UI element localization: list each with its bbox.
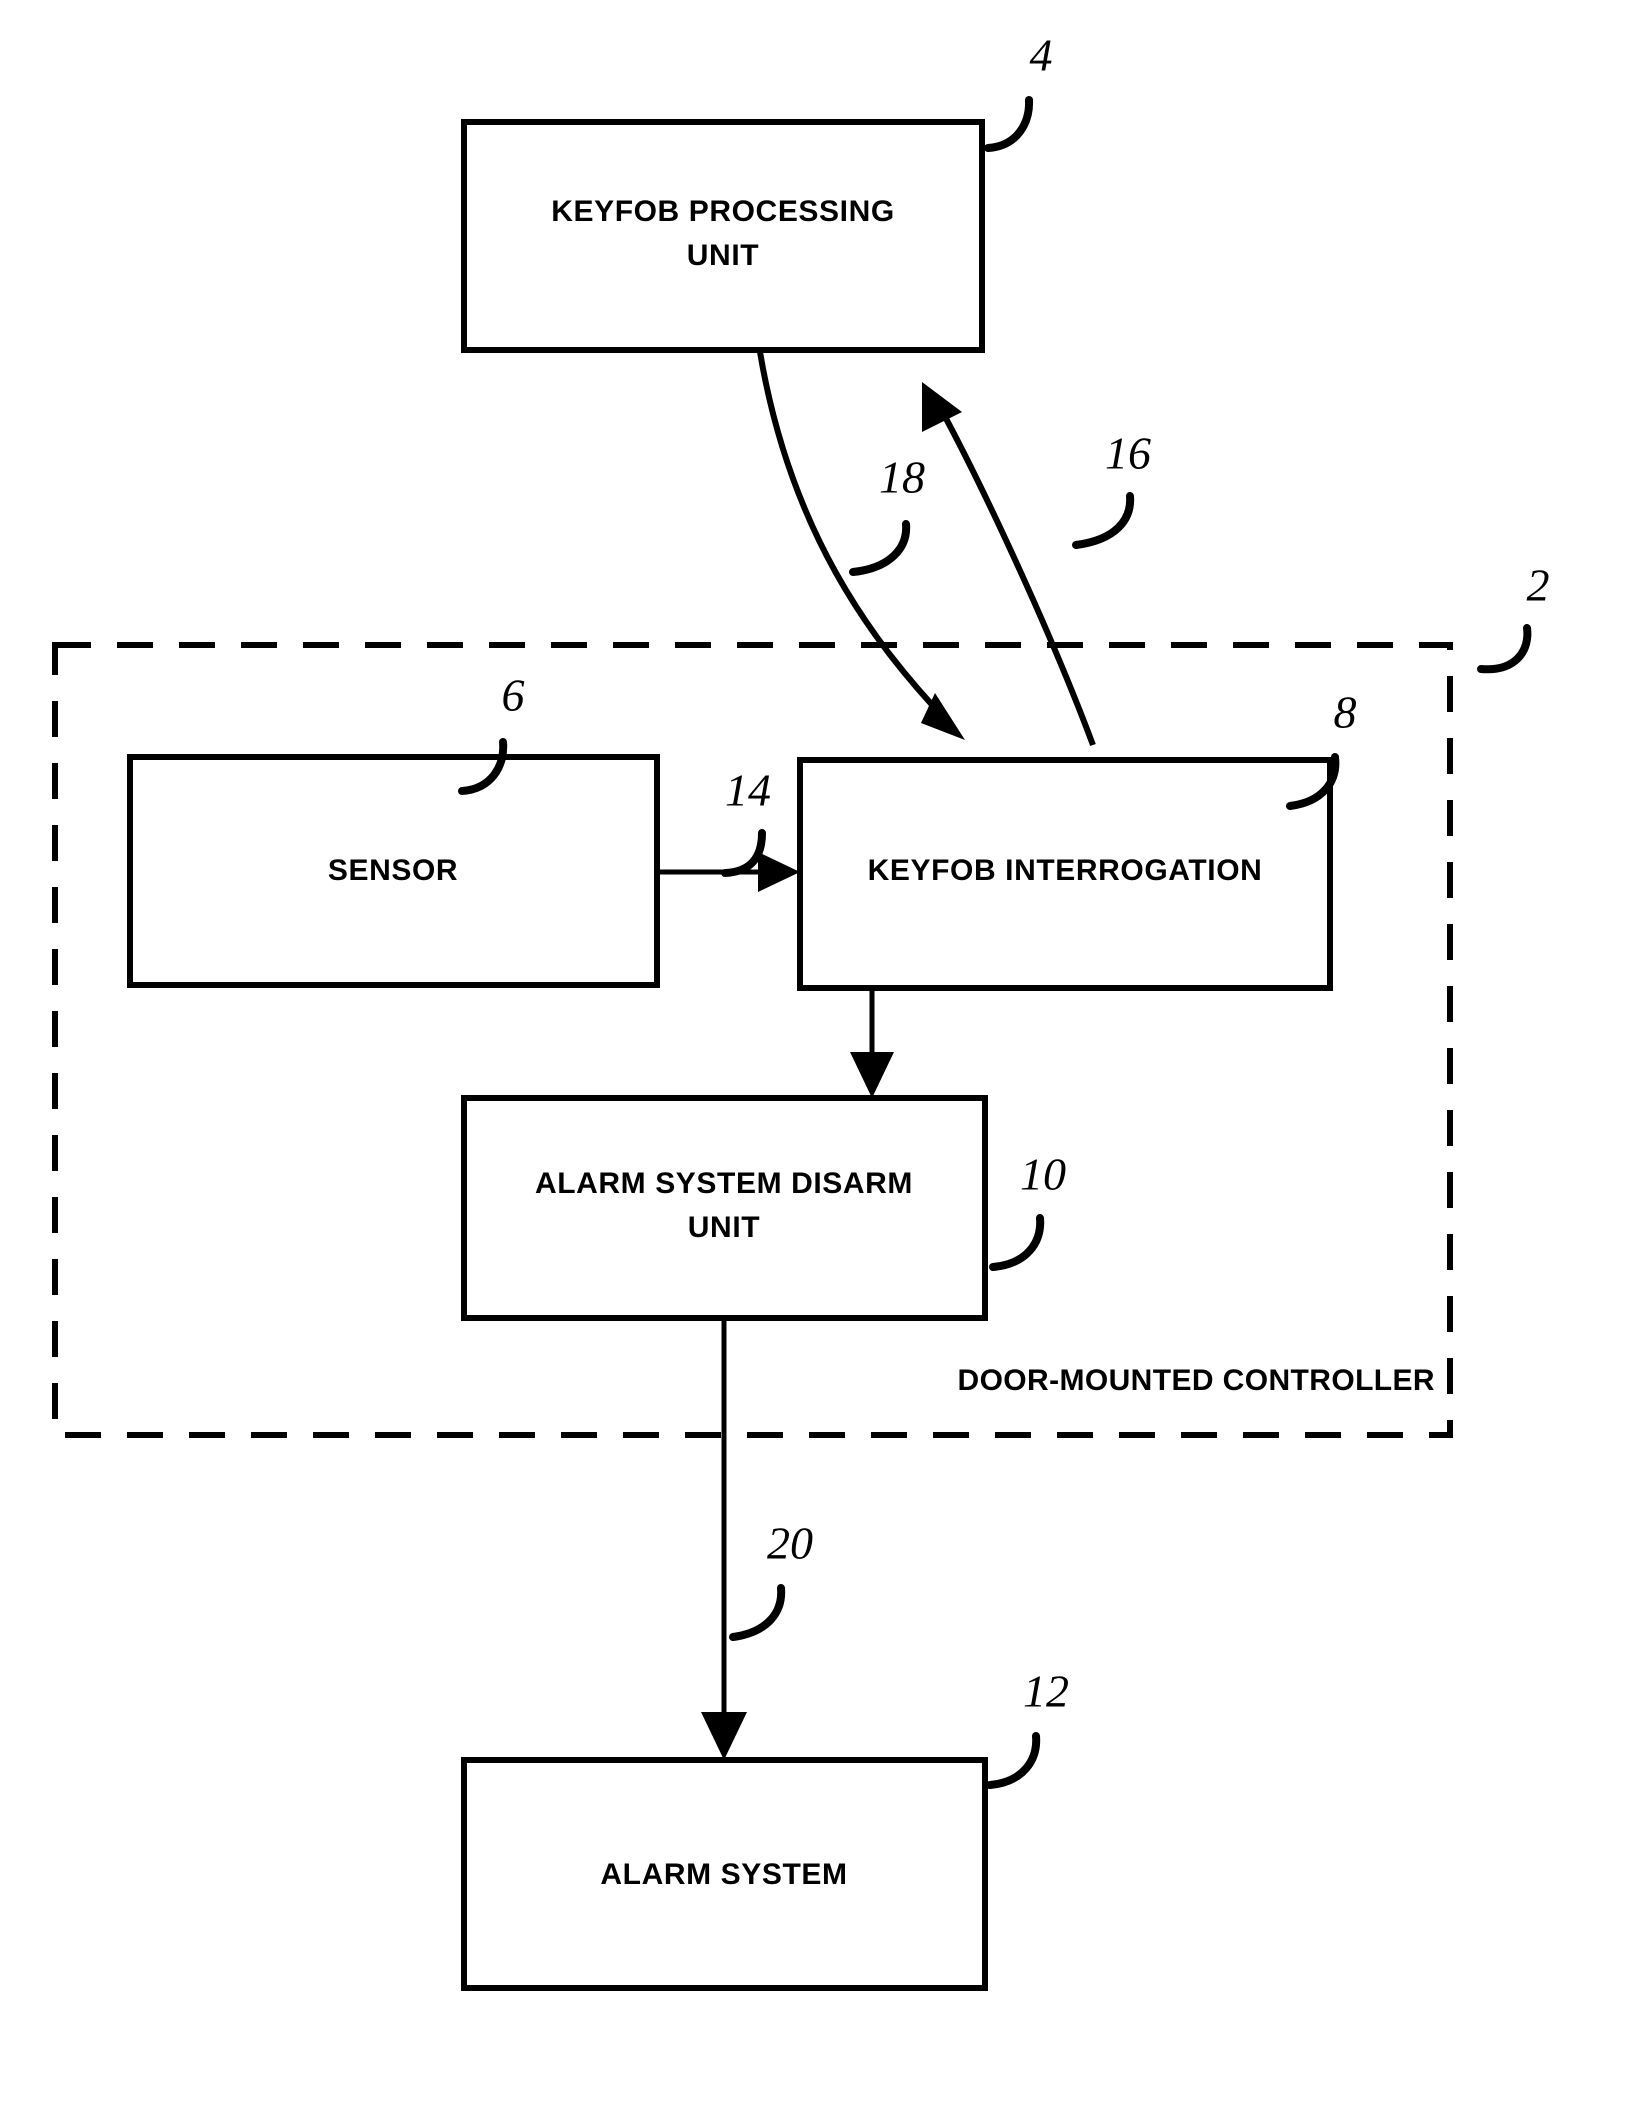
ref-numeral-14: 14 [725,765,771,816]
ref-numeral-18: 18 [879,452,925,503]
sensor-to-interrogation-arrowhead [758,852,800,892]
ref-numeral-6: 6 [502,670,525,721]
ref-lead-curve-16 [1072,492,1135,549]
ref-numeral-12: 12 [1023,1666,1069,1717]
keyfob-processing-unit-box [461,119,985,353]
keyfob-processing-unit-label-line1: KEYFOB PROCESSING [551,195,895,228]
ref-lead-curve-14 [721,829,766,877]
disarm-unit-to-alarm-system-arrowhead [701,1712,747,1760]
ref-numeral-8: 8 [1334,687,1357,738]
ref-numeral-20: 20 [767,1518,813,1569]
ref-lead-curve-10 [989,1214,1045,1271]
ref-lead-curve-4 [984,96,1034,152]
interrogation-to-disarm-unit-arrowhead [850,1052,894,1098]
ref-numeral-10: 10 [1020,1149,1066,1200]
keyfob-processing-unit-label-line2: UNIT [687,239,759,272]
alarm-system-disarm-unit-box [461,1095,988,1321]
patent-figure-canvas: DOOR-MOUNTED CONTROLLER 2 KEYFOB PROCESS… [0,0,1643,2110]
ref-numeral-2: 2 [1527,560,1550,611]
door-mounted-controller-label: DOOR-MOUNTED CONTROLLER [958,1364,1436,1397]
ref-lead-curve-2 [1477,624,1532,674]
alarm-system-disarm-unit-label-line1: ALARM SYSTEM DISARM [535,1167,913,1200]
sensor-label: SENSOR [328,854,458,887]
alarm-system-label: ALARM SYSTEM [600,1858,847,1891]
interrogation-to-processing-unit-curve [933,398,1096,747]
interrogation-to-processing-unit-arrowhead [922,382,962,432]
processing-unit-to-interrogation-curve [757,351,951,725]
ref-lead-curve-18 [849,520,911,576]
keyfob-interrogation-label: KEYFOB INTERROGATION [868,854,1263,887]
alarm-system-disarm-unit-label-line2: UNIT [688,1211,760,1244]
ref-lead-curve-20 [729,1584,786,1641]
ref-lead-curve-12 [986,1732,1041,1789]
ref-numeral-16: 16 [1105,428,1151,479]
ref-numeral-4: 4 [1030,30,1053,81]
block-diagram: DOOR-MOUNTED CONTROLLER 2 KEYFOB PROCESS… [52,30,1550,1991]
